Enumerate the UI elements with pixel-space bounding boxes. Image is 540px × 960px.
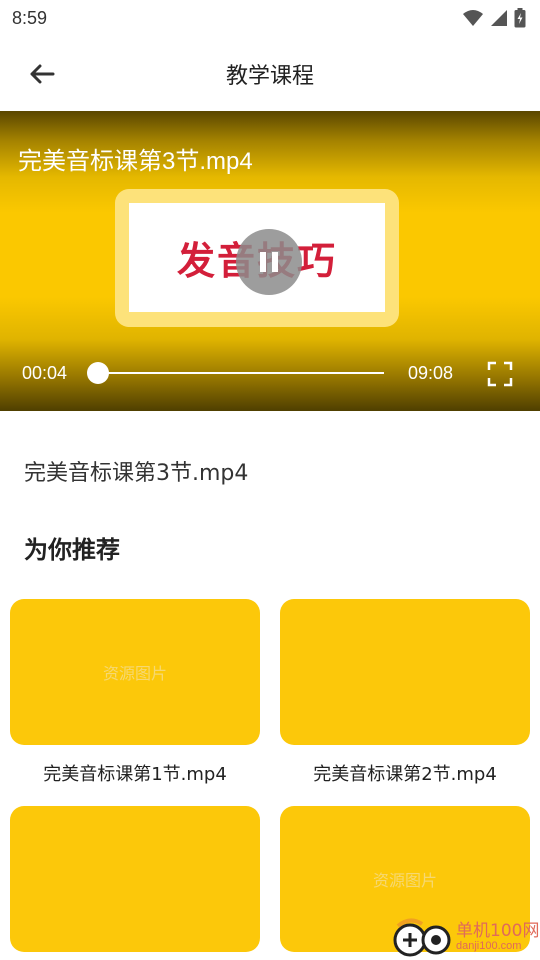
fullscreen-icon [487, 361, 513, 387]
seek-bar[interactable] [96, 372, 384, 374]
recommend-card[interactable] [10, 806, 260, 952]
recommend-card[interactable]: 完美音标课第2节.mp4 [280, 599, 530, 786]
status-time: 8:59 [12, 7, 48, 28]
back-button[interactable] [22, 58, 62, 90]
thumbnail-placeholder-text: 资源图片 [102, 664, 167, 683]
status-icons [462, 8, 526, 28]
recommend-card[interactable]: 资源图片 完美音标课第1节.mp4 [10, 599, 260, 786]
recommend-title: 为你推荐 [24, 536, 120, 564]
watermark-logo-icon [393, 918, 451, 957]
recommend-label: 完美音标课第2节.mp4 [313, 764, 497, 785]
video-player[interactable]: 完美音标课第3节.mp4 发音技巧 00:04 09:08 [0, 111, 540, 411]
recommend-label: 完美音标课第1节.mp4 [43, 764, 227, 785]
current-time: 00:04 [22, 363, 68, 383]
pause-button[interactable] [236, 229, 302, 295]
watermark-text: 单机100网 [456, 921, 540, 941]
battery-icon [514, 8, 526, 28]
app-bar: 教学课程 [0, 36, 540, 112]
pause-icon [260, 252, 278, 272]
fullscreen-button[interactable] [487, 361, 513, 387]
thumbnail-placeholder-text: 资源图片 [372, 871, 437, 890]
wifi-icon [463, 10, 483, 26]
seek-handle[interactable] [87, 362, 109, 384]
current-video-name: 完美音标课第3节.mp4 [24, 461, 249, 486]
video-title: 完美音标课第3节.mp4 [18, 148, 253, 175]
arrow-left-icon [30, 64, 55, 84]
status-bar: 8:59 [0, 0, 540, 36]
page-title: 教学课程 [225, 64, 314, 89]
signal-icon [491, 10, 507, 26]
recommend-thumbnail[interactable]: 资源图片 [10, 599, 260, 745]
total-time: 09:08 [408, 363, 454, 383]
recommend-thumbnail[interactable] [10, 806, 260, 952]
watermark: 单机100网 danji100.com [392, 914, 540, 960]
recommend-thumbnail[interactable] [280, 599, 530, 745]
watermark-url: danji100.com [456, 940, 522, 952]
